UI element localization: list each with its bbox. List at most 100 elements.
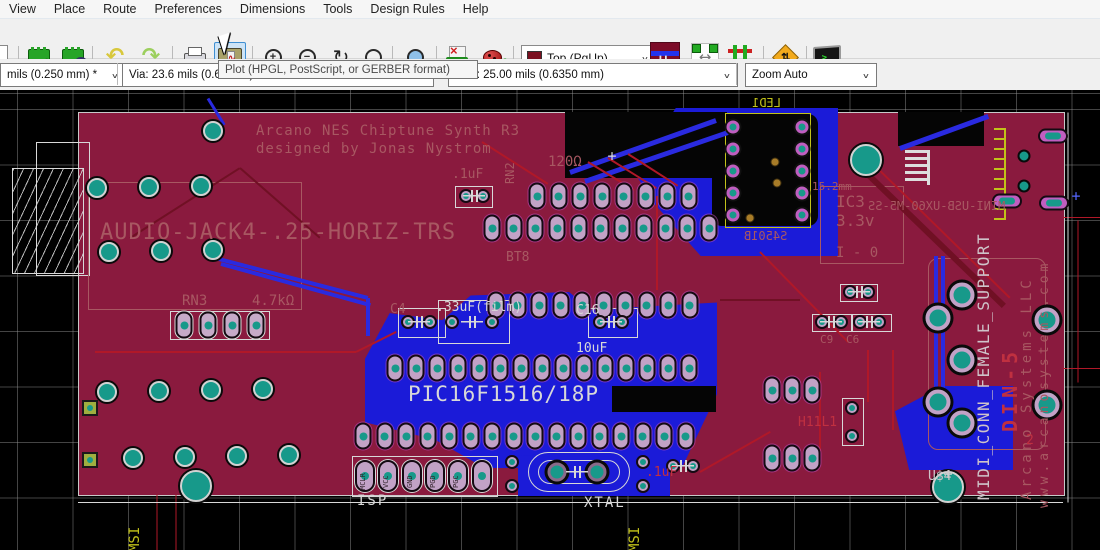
capacitor-symbol bbox=[461, 315, 483, 329]
pad bbox=[82, 452, 98, 468]
pad bbox=[201, 380, 221, 400]
board-label: MINI-USB-UX60-M5-SS bbox=[868, 200, 1005, 212]
pad bbox=[570, 423, 587, 450]
pad bbox=[804, 377, 821, 404]
tooltip-text: Plot (HPGL, PostScript, or GERBER format… bbox=[225, 64, 450, 76]
board-label: AUDIO-JACK4-.25-HORIZ-TRS bbox=[100, 222, 456, 244]
pad bbox=[656, 423, 673, 450]
pad bbox=[784, 377, 801, 404]
pad bbox=[485, 315, 499, 329]
pad bbox=[419, 423, 436, 450]
pad bbox=[203, 121, 223, 141]
pad bbox=[484, 423, 501, 450]
menu-place[interactable]: Place bbox=[45, 2, 94, 16]
pad bbox=[505, 455, 519, 469]
pad bbox=[149, 381, 169, 401]
pad bbox=[591, 423, 608, 450]
pad bbox=[505, 423, 522, 450]
pad bbox=[727, 143, 740, 156]
board-label: PGD bbox=[430, 475, 437, 488]
pad bbox=[408, 355, 425, 382]
board-label: U$4 bbox=[928, 470, 951, 483]
pad bbox=[796, 121, 809, 134]
pad bbox=[1038, 129, 1068, 144]
capacitor-symbol bbox=[848, 285, 870, 299]
silkscreen-outline bbox=[88, 182, 302, 310]
copper-trace bbox=[1068, 112, 1069, 502]
pad bbox=[845, 401, 859, 415]
board-label: 3.3v bbox=[836, 213, 875, 229]
zoom-level-value: Zoom Auto bbox=[752, 69, 808, 81]
pad bbox=[614, 215, 631, 242]
board-label: IC3 bbox=[836, 194, 865, 210]
pad bbox=[534, 355, 551, 382]
board-label: PGC bbox=[453, 475, 460, 488]
menu-dimensions[interactable]: Dimensions bbox=[231, 2, 314, 16]
menu-bar: View Place Route Preferences Dimensions … bbox=[0, 0, 1100, 19]
board-label: H11L1 bbox=[798, 416, 837, 429]
pad bbox=[727, 187, 740, 200]
pad bbox=[462, 423, 479, 450]
pad bbox=[200, 312, 217, 339]
menu-route[interactable]: Route bbox=[94, 2, 145, 16]
capacitor-symbol bbox=[566, 465, 588, 479]
menu-help[interactable]: Help bbox=[454, 2, 498, 16]
pad bbox=[387, 355, 404, 382]
pad bbox=[727, 121, 740, 134]
pad bbox=[492, 355, 509, 382]
menu-tools[interactable]: Tools bbox=[314, 2, 361, 16]
pad bbox=[180, 470, 212, 502]
pad bbox=[570, 215, 587, 242]
board-label: MCLR bbox=[360, 473, 367, 490]
cross-marker: + bbox=[1071, 187, 1080, 205]
pad bbox=[679, 215, 696, 242]
pad bbox=[355, 423, 372, 450]
pad bbox=[484, 215, 501, 242]
pad bbox=[773, 179, 782, 188]
pad bbox=[82, 400, 98, 416]
board-label: I - 0 bbox=[836, 246, 878, 260]
silkscreen-outline bbox=[36, 142, 90, 276]
copper-trace bbox=[867, 350, 869, 402]
pad bbox=[660, 355, 677, 382]
grid-size-dropdown[interactable]: Grid: 25.00 mils (0.6350 mm) ∨ bbox=[448, 63, 738, 87]
pad bbox=[660, 292, 677, 319]
menu-preferences[interactable]: Preferences bbox=[146, 2, 231, 16]
capacitor-symbol bbox=[463, 189, 485, 203]
pad bbox=[594, 183, 611, 210]
copper-trace bbox=[366, 298, 370, 336]
pad bbox=[123, 448, 143, 468]
pad bbox=[531, 292, 548, 319]
board-label: RN2 bbox=[504, 162, 516, 184]
pad bbox=[950, 283, 975, 308]
pad bbox=[450, 355, 467, 382]
pad bbox=[950, 411, 975, 436]
pad bbox=[471, 355, 488, 382]
pad bbox=[1018, 180, 1031, 193]
board-label: LED1 bbox=[752, 97, 781, 109]
pad bbox=[513, 355, 530, 382]
board-label: .1uF bbox=[452, 168, 483, 181]
pad bbox=[472, 460, 492, 492]
pad bbox=[572, 183, 589, 210]
pad bbox=[588, 463, 607, 482]
pad bbox=[1039, 196, 1069, 211]
board-label: designed by Jonas Nystrom bbox=[256, 142, 492, 156]
pad bbox=[796, 143, 809, 156]
pad bbox=[139, 177, 159, 197]
menu-design-rules[interactable]: Design Rules bbox=[361, 2, 453, 16]
menu-view[interactable]: View bbox=[0, 2, 45, 16]
board-label: MSI bbox=[628, 527, 642, 550]
main-toolbar: ✎ ↶ ↷ ∿ + − ↻ ×NET ✔ Top (PgUp) ∨ bbox=[0, 19, 1100, 59]
pcb-editor-canvas[interactable]: +++Arcano NES Chiptune Synth R3designed … bbox=[0, 90, 1100, 550]
pad bbox=[926, 306, 951, 331]
board-label: C16 bbox=[576, 304, 599, 317]
pad bbox=[548, 423, 565, 450]
pad bbox=[950, 348, 975, 373]
track-width-dropdown[interactable]: mils (0.250 mm) * ∨ bbox=[0, 63, 126, 87]
zoom-level-dropdown[interactable]: Zoom Auto ∨ bbox=[745, 63, 877, 87]
pad bbox=[796, 209, 809, 222]
pad bbox=[97, 382, 117, 402]
pad bbox=[555, 355, 572, 382]
track-width-value: mils (0.250 mm) * bbox=[7, 69, 97, 81]
